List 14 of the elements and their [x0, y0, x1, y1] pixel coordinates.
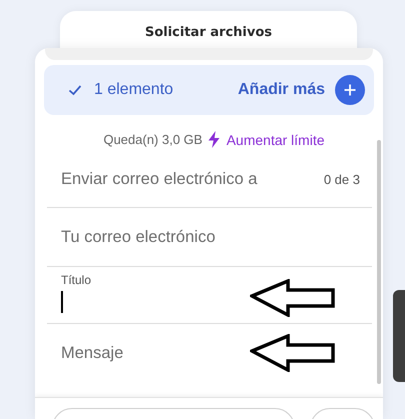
- selection-count: 1 elemento: [94, 81, 174, 99]
- dialog-title: Solicitar archivos: [144, 25, 272, 41]
- scrollbar-thumb[interactable]: [377, 140, 381, 384]
- title-field[interactable]: Título: [61, 273, 221, 313]
- storage-remaining: Queda(n) 3,0 GB: [103, 132, 202, 147]
- plus-icon: [335, 75, 365, 105]
- lightning-icon: [208, 131, 220, 148]
- add-more-button[interactable]: Añadir más: [238, 75, 365, 105]
- recipient-field[interactable]: Enviar correo electrónico a: [61, 170, 258, 189]
- input-field[interactable]: Tu correo electrónico: [61, 228, 216, 246]
- upgrade-link[interactable]: Aumentar límite: [226, 132, 325, 148]
- field-label: Título: [61, 273, 92, 287]
- recipient-counter: 0 de 3: [324, 171, 360, 187]
- input-field[interactable]: Mensaje: [61, 344, 124, 362]
